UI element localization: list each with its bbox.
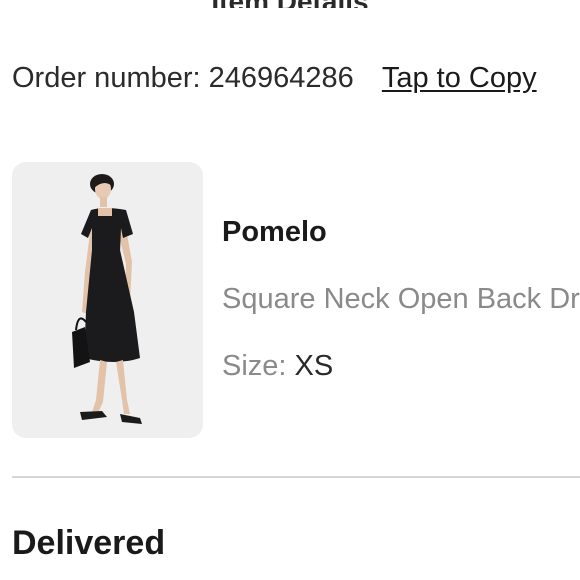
size-label: Size:	[222, 350, 287, 382]
copy-order-number-link[interactable]: Tap to Copy	[382, 62, 537, 94]
order-number-value: 246964286	[208, 62, 354, 94]
delivery-status: Delivered	[12, 524, 166, 562]
size-value: XS	[294, 350, 334, 382]
order-number-row: Order number: 246964286 Tap to Copy	[12, 62, 537, 95]
product-image[interactable]	[12, 162, 203, 438]
order-item-screen: Item Details Order number: 246964286 Tap…	[0, 0, 580, 580]
product-size-row: Size: XS	[222, 350, 333, 383]
page-title: Item Details	[0, 0, 580, 8]
product-name[interactable]: Square Neck Open Back Dress	[222, 283, 580, 316]
product-brand: Pomelo	[222, 216, 327, 248]
section-divider	[12, 476, 580, 478]
order-number-label: Order number:	[12, 62, 201, 94]
product-photo-icon	[12, 162, 203, 438]
